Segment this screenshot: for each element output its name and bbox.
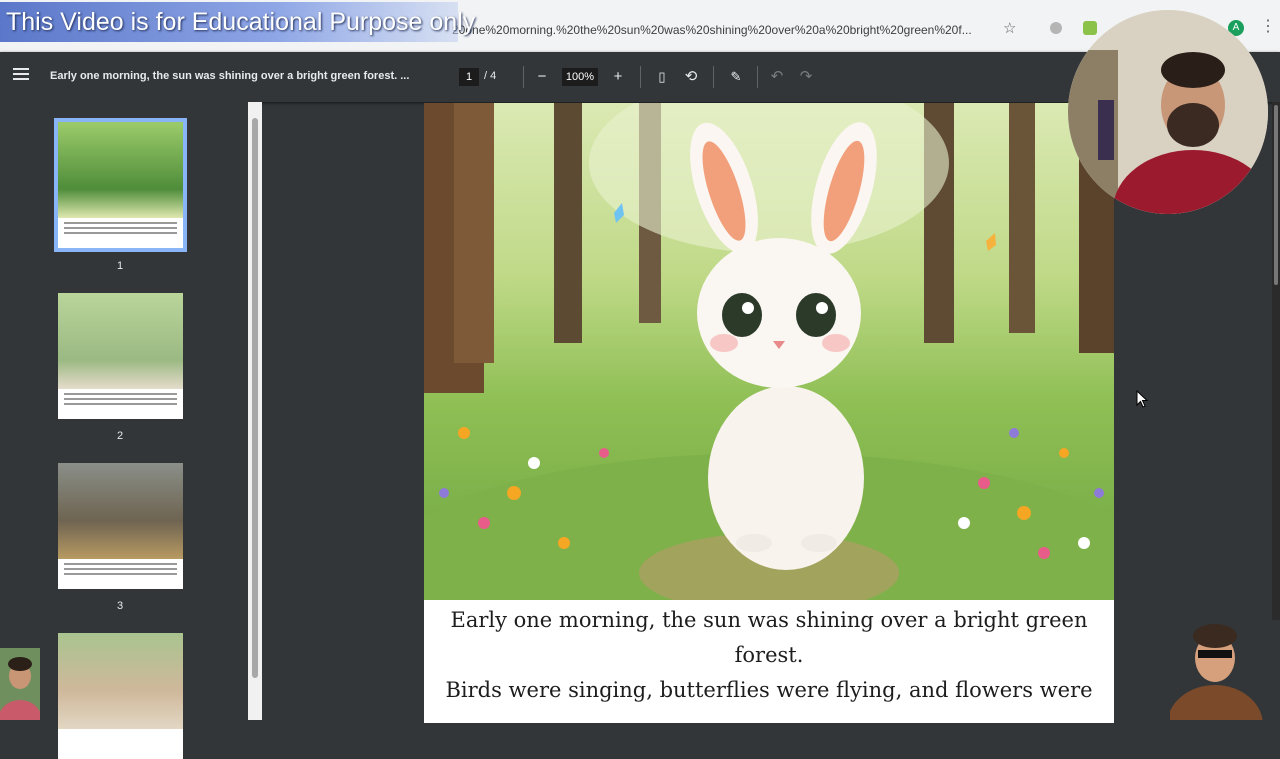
undo-icon[interactable]: ↶ <box>767 66 787 88</box>
thumbnail-page-3[interactable] <box>58 463 183 589</box>
thumbnail-image <box>58 122 183 218</box>
thumbnail-page-2[interactable] <box>58 293 183 419</box>
main-scrollbar-thumb[interactable] <box>1274 105 1278 285</box>
divider <box>640 66 641 88</box>
thumbnail-number: 1 <box>116 260 124 272</box>
redo-icon[interactable]: ↷ <box>796 66 816 88</box>
story-line-3: Birds were singing, butterflies were fly… <box>445 678 1093 702</box>
story-line-1: Early one morning, the sun was shining o… <box>450 608 1088 632</box>
sidebar-scrollbar-thumb[interactable] <box>252 118 258 678</box>
presenter-webcam <box>1068 10 1268 214</box>
educational-banner: This Video is for Educational Purpose on… <box>0 2 475 42</box>
url-field[interactable]: 20one%20morning.%20the%20sun%20was%20shi… <box>452 19 997 41</box>
extension-green-icon[interactable] <box>1083 21 1097 35</box>
zoom-input[interactable]: 100% <box>562 68 598 86</box>
mouse-cursor-icon <box>1136 389 1149 413</box>
thumbnail-number: 2 <box>116 430 124 442</box>
thumbnail-image <box>58 463 183 559</box>
fit-page-icon[interactable]: ▯ <box>652 66 672 88</box>
divider <box>523 66 524 88</box>
divider <box>713 66 714 88</box>
page-total: / 4 <box>484 70 497 82</box>
thumbnail-number: 3 <box>116 600 124 612</box>
story-line-2: forest. <box>734 643 804 667</box>
zoom-in-button[interactable]: + <box>608 66 628 88</box>
thumbnail-image <box>58 633 183 729</box>
page-number-input[interactable]: 1 <box>459 68 479 86</box>
annotate-icon[interactable]: ✎ <box>726 66 746 88</box>
small-webcam <box>0 648 42 740</box>
browser-menu-icon[interactable]: ⋮ <box>1260 16 1276 36</box>
divider <box>757 66 758 88</box>
bunny-illustration <box>424 103 1114 600</box>
bookmark-star-icon[interactable]: ☆ <box>1003 19 1016 37</box>
document-title: Early one morning, the sun was shining o… <box>50 70 410 82</box>
rotate-icon[interactable]: ⟲ <box>681 66 701 88</box>
story-text: Early one morning, the sun was shining o… <box>424 603 1114 708</box>
thumbnail-page-1[interactable] <box>54 118 187 252</box>
banner-text: This Video is for Educational Purpose on… <box>6 8 476 36</box>
thumbnail-image <box>58 293 183 389</box>
pdf-page: Early one morning, the sun was shining o… <box>424 103 1114 723</box>
zoom-out-button[interactable]: − <box>532 66 552 88</box>
creator-avatar <box>1167 620 1280 759</box>
sidebar-menu-icon[interactable] <box>13 68 29 82</box>
extension-icon[interactable] <box>1050 22 1062 34</box>
thumbnail-sidebar: 1 2 3 <box>0 102 248 759</box>
thumbnail-page-4[interactable] <box>58 633 183 759</box>
